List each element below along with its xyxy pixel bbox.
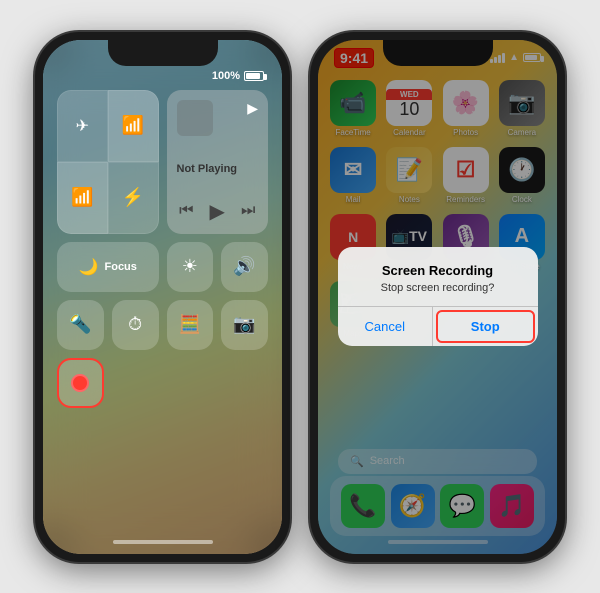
media-title: Not Playing (177, 163, 259, 175)
notch (108, 40, 218, 66)
prev-track-icon[interactable]: ⏮ (179, 202, 193, 220)
camera-quick-icon: 📷 (233, 314, 255, 335)
airplane-cell[interactable]: ✈ (57, 90, 108, 162)
battery-icon (244, 71, 264, 81)
airplane-icon: ✈ (76, 116, 89, 136)
calculator-icon: 🧮 (179, 314, 201, 335)
status-bar: 100% (57, 70, 268, 82)
control-center: 100% ✈ 📶 (57, 70, 268, 540)
airplay-icon[interactable]: ▶ (247, 100, 258, 117)
play-pause-icon[interactable]: ▶ (210, 199, 225, 224)
media-player-block: ▶ Not Playing ⏮ ▶ ⏭ (167, 90, 269, 234)
phone1-background: 100% ✈ 📶 (43, 40, 282, 554)
media-controls: ⏮ ▶ ⏭ (177, 199, 259, 224)
dialog-title: Screen Recording (354, 263, 522, 278)
flashlight-block[interactable]: 🔦 (57, 300, 104, 350)
volume-block[interactable]: 🔊 (221, 242, 268, 292)
dialog-overlay: Screen Recording Stop screen recording? … (318, 40, 557, 554)
network-block: ✈ 📶 📶 ⚡ (57, 90, 159, 234)
wifi-icon: 📶 (122, 115, 144, 136)
timer-icon: ⏱ (128, 314, 142, 335)
phone2-background: 9:41 ▲ 📹 (318, 40, 557, 554)
record-dot-icon (71, 374, 89, 392)
volume-icon: 🔊 (233, 256, 255, 277)
flashlight-icon: 🔦 (69, 314, 91, 335)
focus-block[interactable]: 🌙 Focus (57, 242, 159, 292)
brightness-icon: ☀ (182, 256, 198, 277)
next-track-icon[interactable]: ⏭ (241, 202, 255, 220)
album-art (177, 100, 213, 136)
cellular-icon: 📶 (71, 187, 93, 208)
battery-label: 100% (212, 70, 240, 82)
brightness-block[interactable]: ☀ (167, 242, 214, 292)
screen-recording-dialog: Screen Recording Stop screen recording? … (338, 247, 538, 346)
timer-block[interactable]: ⏱ (112, 300, 159, 350)
screen-record-block[interactable] (57, 358, 104, 408)
bluetooth-icon: ⚡ (122, 187, 144, 208)
dialog-body: Screen Recording Stop screen recording? (338, 247, 538, 306)
dialog-message: Stop screen recording? (354, 282, 522, 294)
moon-icon: 🌙 (79, 257, 99, 277)
wifi-cell[interactable]: 📶 (108, 90, 159, 162)
cellular-cell[interactable]: 📶 (57, 162, 108, 234)
media-top: ▶ (177, 100, 259, 136)
dialog-button-row: Cancel Stop (338, 306, 538, 346)
bluetooth-cell[interactable]: ⚡ (108, 162, 159, 234)
dialog-cancel-button[interactable]: Cancel (338, 307, 434, 346)
phone-1: 100% ✈ 📶 (35, 32, 290, 562)
calculator-block[interactable]: 🧮 (167, 300, 214, 350)
home-indicator (113, 540, 213, 544)
focus-label: Focus (105, 261, 137, 273)
dialog-stop-button[interactable]: Stop (436, 310, 535, 343)
camera-block[interactable]: 📷 (221, 300, 268, 350)
phone-2: 9:41 ▲ 📹 (310, 32, 565, 562)
